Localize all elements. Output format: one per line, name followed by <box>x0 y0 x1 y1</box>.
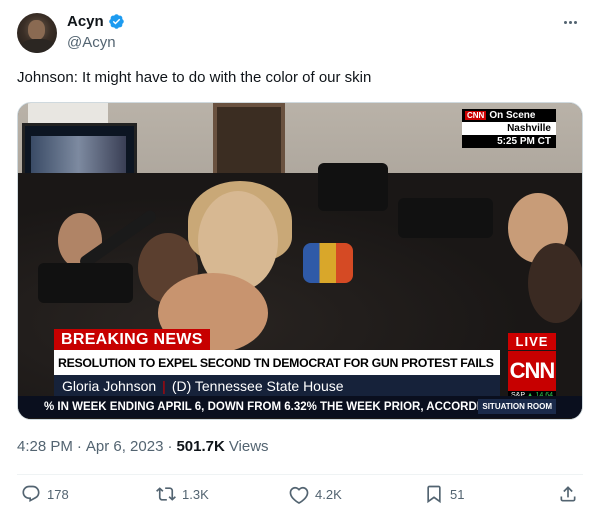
live-badge: LIVE <box>508 333 556 350</box>
like-count: 4.2K <box>315 486 342 502</box>
avatar[interactable] <box>17 13 57 53</box>
on-scene-row: CNN On Scene <box>462 109 556 122</box>
show-name-badge: SITUATION ROOM <box>478 399 556 414</box>
tweet-text: Johnson: It might have to do with the co… <box>17 69 372 86</box>
verified-badge-icon <box>108 14 124 29</box>
views-label: Views <box>228 438 269 455</box>
more-dot <box>568 20 572 24</box>
author-handle[interactable]: @Acyn <box>67 34 116 51</box>
share-button[interactable] <box>558 484 578 504</box>
tweet-time[interactable]: 4:28 PM <box>17 438 73 455</box>
action-bar: 178 1.3K 4.2K 51 <box>0 484 600 512</box>
author-name-row: Acyn <box>67 13 125 30</box>
views-count[interactable]: 501.7K <box>176 438 224 455</box>
retweet-count: 1.3K <box>182 486 209 502</box>
meta-separator: · <box>76 438 82 455</box>
speaker-name: Gloria Johnson <box>62 377 157 394</box>
scarf <box>303 243 353 283</box>
more-icon[interactable] <box>558 12 582 32</box>
bookmark-icon <box>427 485 441 504</box>
chyron-separator: | <box>162 377 166 394</box>
tweet-date[interactable]: Apr 6, 2023 <box>86 438 164 455</box>
avatar-face <box>28 20 45 40</box>
reply-button[interactable]: 178 <box>21 484 69 504</box>
chyron-headline: RESOLUTION TO EXPEL SECOND TN DEMOCRAT F… <box>54 350 500 375</box>
cnn-on-scene-tag: CNN On Scene Nashville 5:25 PM CT <box>462 109 556 148</box>
camera <box>318 163 388 211</box>
heart-icon <box>289 486 309 504</box>
camera <box>398 198 493 238</box>
like-button[interactable]: 4.2K <box>289 484 342 504</box>
author-display-name[interactable]: Acyn <box>67 13 104 30</box>
tweet: Acyn @Acyn Johnson: It might have to do … <box>0 0 600 525</box>
divider <box>17 474 583 475</box>
reply-count: 178 <box>47 486 69 502</box>
camera <box>38 263 133 303</box>
bookmark-button[interactable]: 51 <box>424 484 464 504</box>
share-icon <box>560 486 576 502</box>
speaker-title: (D) Tennessee State House <box>171 377 344 394</box>
more-dot <box>573 20 577 24</box>
avatar-body <box>21 39 55 53</box>
on-scene-label: On Scene <box>489 110 536 121</box>
location-label: Nashville <box>462 122 556 135</box>
broadcast-time: 5:25 PM CT <box>462 135 556 148</box>
person-head <box>528 243 582 323</box>
more-dot <box>563 20 567 24</box>
tweet-meta: 4:28 PM · Apr 6, 2023 · 501.7K Views <box>17 438 269 455</box>
retweet-button[interactable]: 1.3K <box>156 484 209 504</box>
cnn-logo: CNN <box>508 351 556 391</box>
retweet-icon <box>156 487 176 501</box>
cnn-mini-logo: CNN <box>465 111 487 120</box>
bookmark-count: 51 <box>450 486 465 502</box>
chyron-lower-third: Gloria Johnson | (D) Tennessee State Hou… <box>54 375 500 396</box>
reply-icon <box>22 485 40 503</box>
video-media[interactable]: CNN On Scene Nashville 5:25 PM CT BREAKI… <box>17 102 583 420</box>
breaking-news-label: BREAKING NEWS <box>54 329 210 351</box>
meta-separator: · <box>167 438 173 455</box>
